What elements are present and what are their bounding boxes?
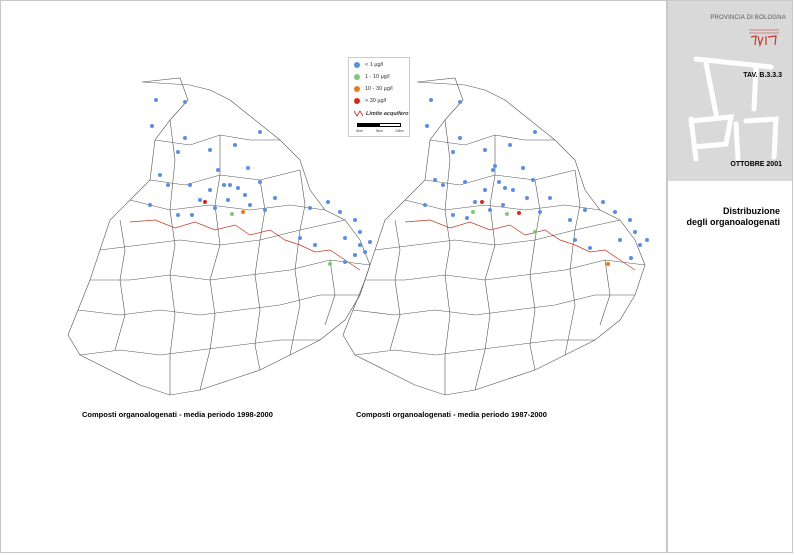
caption-left-map: Composti organoalogenati - media periodo… [82, 410, 273, 419]
scale-label-5: 5km [376, 129, 383, 133]
issue-date: OTTOBRE 2001 [730, 161, 782, 168]
ptcp-logo [749, 29, 779, 48]
legend-dot-blue [354, 62, 360, 68]
scale-label-0: 0km [356, 129, 363, 133]
plate-title: Distribuzione degli organoalogenati [668, 206, 780, 228]
legend-item-lt1: < 1 µg/l [354, 62, 383, 68]
plate-title-line1: Distribuzione [722, 206, 780, 216]
scale-label-10: 10km [395, 129, 404, 133]
map-legend: < 1 µg/l 1 - 10 µg/l 10 - 30 µg/l > 30 µ… [348, 57, 410, 137]
legend-dot-red [354, 98, 360, 104]
legend-item-gt30: > 30 µg/l [354, 98, 386, 104]
map-left [67, 77, 372, 396]
legend-dot-green [354, 74, 360, 80]
title-panel-header: PROVINCIA DI BOLOGNA TAV. B.3.3.3 OTTOBR… [668, 1, 792, 181]
limit-line-icon [354, 110, 363, 117]
legend-item-10-30: 10 - 30 µg/l [354, 86, 393, 92]
ptcp-watermark-icon [688, 56, 779, 162]
caption-right-map: Composti organoalogenati - media periodo… [356, 410, 547, 419]
legend-dot-orange [354, 86, 360, 92]
province-label: PROVINCIA DI BOLOGNA [710, 15, 786, 21]
scale-bar [357, 123, 401, 127]
title-panel: PROVINCIA DI BOLOGNA TAV. B.3.3.3 OTTOBR… [667, 0, 793, 553]
legend-item-limit: Limite acquifero [354, 110, 408, 117]
legend-item-1-10: 1 - 10 µg/l [354, 74, 390, 80]
plate-title-line2: degli organoalogenati [686, 217, 780, 227]
tav-number: TAV. B.3.3.3 [743, 72, 782, 79]
